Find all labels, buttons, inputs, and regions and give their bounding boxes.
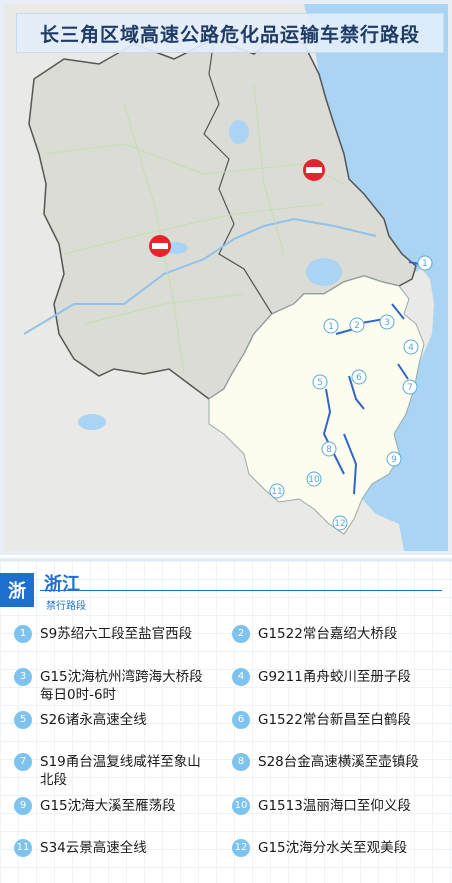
map-marker[interactable]: 1	[417, 255, 433, 271]
section-item: 9 G15沈海大溪至雁荡段	[14, 797, 176, 815]
svg-text:1: 1	[328, 322, 334, 332]
divider	[40, 590, 442, 591]
number-marker: 6	[232, 711, 250, 729]
svg-text:11: 11	[271, 487, 282, 497]
section-item: 7 S19甬台温复线咸祥至象山 北段	[14, 753, 201, 789]
svg-text:5: 5	[317, 378, 323, 388]
no-entry-icon	[149, 235, 171, 257]
map-marker[interactable]: 6	[351, 369, 367, 385]
number-marker: 12	[232, 839, 250, 857]
svg-text:9: 9	[391, 455, 397, 465]
svg-text:3: 3	[384, 318, 390, 328]
section-item: 10 G1513温丽海口至仰义段	[232, 797, 411, 815]
number-marker: 10	[232, 797, 250, 815]
number-marker: 4	[232, 668, 250, 686]
province-badge: 浙	[0, 573, 34, 607]
section-text: S28台金高速横溪至壶镇段	[258, 754, 419, 770]
svg-text:4: 4	[408, 343, 414, 353]
section-item: 11 S34云景高速全线	[14, 839, 147, 857]
section-item: 5 S26诸永高速全线	[14, 711, 147, 729]
section-item: 6 G1522常台新昌至白鹤段	[232, 711, 411, 729]
svg-text:8: 8	[326, 445, 332, 455]
svg-text:7: 7	[407, 383, 413, 393]
no-entry-icon	[303, 159, 325, 181]
section-item: 8 S28台金高速横溪至壶镇段	[232, 753, 419, 771]
section-text: G15沈海分水关至观美段	[258, 840, 408, 856]
map-marker[interactable]: 4	[403, 339, 419, 355]
number-marker: 7	[14, 753, 32, 771]
svg-text:6: 6	[356, 373, 362, 383]
svg-text:12: 12	[334, 519, 345, 529]
section-item: 3 G15沈海杭州湾跨海大桥段 每日0时-6时	[14, 668, 203, 704]
section-item: 1 S9苏绍六工段至盐官西段	[14, 625, 192, 643]
number-marker: 8	[232, 753, 250, 771]
map-marker[interactable]: 8	[321, 441, 337, 457]
section-item: 4 G9211甬舟蛟川至册子段	[232, 668, 411, 686]
taihu-lake	[306, 258, 342, 286]
number-marker: 5	[14, 711, 32, 729]
number-marker: 3	[14, 668, 32, 686]
section-text: G15沈海杭州湾跨海大桥段 每日0时-6时	[40, 669, 203, 703]
map-area[interactable]: 1 1 2 3 4 5 6 7 8 9 10 11 12 长三角区域高速公路危化…	[0, 0, 452, 555]
section-item: 12 G15沈海分水关至观美段	[232, 839, 407, 857]
legend-panel: 浙 浙江 禁行路段 1 S9苏绍六工段至盐官西段 2 G1522常台嘉绍大桥段 …	[0, 558, 452, 883]
map-marker[interactable]: 3	[379, 314, 395, 330]
section-item: 2 G1522常台嘉绍大桥段	[232, 625, 397, 643]
svg-text:2: 2	[354, 321, 360, 331]
hongze-lake	[229, 120, 249, 144]
section-text: S9苏绍六工段至盐官西段	[40, 626, 193, 642]
province-name: 浙江	[44, 574, 80, 595]
number-marker: 1	[14, 625, 32, 643]
number-marker: 11	[14, 839, 32, 857]
map-title: 长三角区域高速公路危化品运输车禁行路段	[16, 13, 444, 53]
section-text: S34云景高速全线	[40, 840, 147, 856]
map-canvas: 1 1 2 3 4 5 6 7 8 9 10 11 12	[4, 4, 448, 551]
section-text: S19甬台温复线咸祥至象山 北段	[40, 754, 201, 788]
map-marker[interactable]: 9	[386, 451, 402, 467]
map-marker[interactable]: 5	[312, 374, 328, 390]
map-marker[interactable]: 1	[323, 318, 339, 334]
map-marker[interactable]: 10	[306, 471, 322, 487]
section-text: S26诸永高速全线	[40, 712, 147, 728]
province-subtitle: 禁行路段	[46, 601, 86, 612]
number-marker: 9	[14, 797, 32, 815]
map-marker[interactable]: 2	[349, 317, 365, 333]
section-text: G9211甬舟蛟川至册子段	[258, 669, 411, 685]
svg-text:1: 1	[422, 259, 428, 269]
section-text: G1513温丽海口至仰义段	[258, 798, 411, 814]
section-text: G1522常台嘉绍大桥段	[258, 626, 398, 642]
map-marker[interactable]: 12	[332, 515, 348, 531]
section-text: G1522常台新昌至白鹤段	[258, 712, 411, 728]
number-marker: 2	[232, 625, 250, 643]
svg-text:10: 10	[308, 475, 320, 485]
map-marker[interactable]: 7	[402, 379, 418, 395]
section-text: G15沈海大溪至雁荡段	[40, 798, 176, 814]
north-lake	[78, 414, 106, 430]
map-marker[interactable]: 11	[269, 483, 285, 499]
